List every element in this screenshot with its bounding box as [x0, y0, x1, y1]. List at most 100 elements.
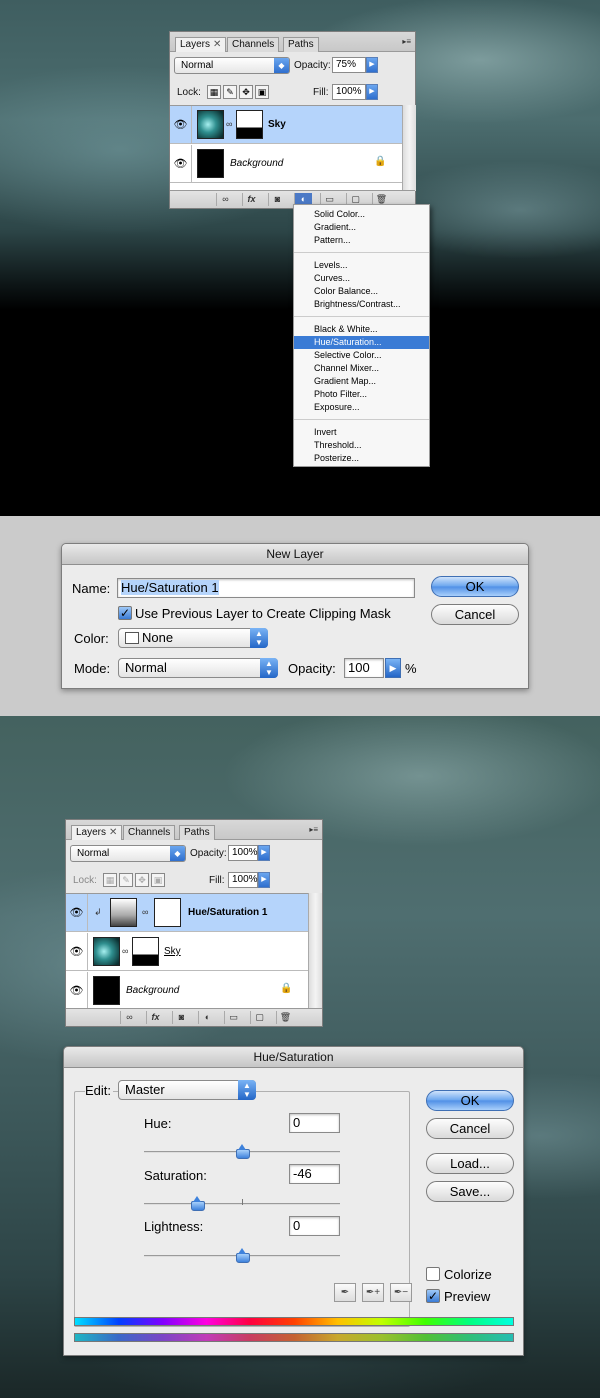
- layers-scrollbar[interactable]: [308, 893, 322, 1009]
- tab-paths[interactable]: Paths: [179, 825, 215, 840]
- layer-row-background[interactable]: 👁 Background 🔒: [170, 145, 402, 183]
- menu-item-gradient[interactable]: Gradient...: [294, 221, 429, 234]
- hue-input[interactable]: 0: [289, 1113, 340, 1133]
- lock-transparency-icon[interactable]: ▦: [207, 85, 221, 99]
- eye-icon[interactable]: 👁: [170, 145, 192, 183]
- play-arrow-icon[interactable]: ▶: [258, 845, 270, 861]
- new-group-icon[interactable]: ▭: [224, 1011, 242, 1024]
- fill-field[interactable]: 100% ▶: [332, 84, 378, 100]
- menu-item-levels[interactable]: Levels...: [294, 259, 429, 272]
- mode-select[interactable]: Normal ▲ ▼: [118, 658, 278, 678]
- mask-thumbnail: [154, 898, 181, 927]
- lock-position-icon[interactable]: ✥: [239, 85, 253, 99]
- new-layer-icon[interactable]: ▢: [250, 1011, 268, 1024]
- menu-item-exposure[interactable]: Exposure...: [294, 401, 429, 414]
- play-arrow-icon[interactable]: ▶: [258, 872, 270, 888]
- lock-image-icon[interactable]: ✎: [223, 85, 237, 99]
- close-icon[interactable]: ✕: [213, 39, 221, 50]
- play-arrow-icon[interactable]: ▶: [366, 84, 378, 100]
- layer-name-input[interactable]: Hue/Saturation 1: [117, 578, 415, 598]
- blend-mode-select[interactable]: Normal ◆: [70, 845, 186, 862]
- ok-button[interactable]: OK: [431, 576, 519, 597]
- eyedropper-icon[interactable]: ✒: [334, 1283, 356, 1302]
- menu-item-threshold[interactable]: Threshold...: [294, 439, 429, 452]
- hue-slider-thumb[interactable]: [236, 1144, 250, 1159]
- tab-layers[interactable]: Layers ✕: [71, 825, 123, 840]
- add-mask-icon[interactable]: ◙: [172, 1011, 190, 1024]
- menu-item-invert[interactable]: Invert: [294, 426, 429, 439]
- lock-all-icon[interactable]: ▣: [255, 85, 269, 99]
- menu-item-curves[interactable]: Curves...: [294, 272, 429, 285]
- tab-channels[interactable]: Channels: [123, 825, 176, 840]
- menu-item-black-white[interactable]: Black & White...: [294, 323, 429, 336]
- menu-item-color-balance[interactable]: Color Balance...: [294, 285, 429, 298]
- eyedropper-plus-icon[interactable]: ✒+: [362, 1283, 384, 1302]
- layer-style-icon[interactable]: fx: [146, 1011, 164, 1024]
- ok-button[interactable]: OK: [426, 1090, 514, 1111]
- lock-all-icon[interactable]: ▣: [151, 873, 165, 887]
- link-layers-icon[interactable]: ∞: [216, 193, 234, 206]
- eyedropper-minus-icon[interactable]: ✒−: [390, 1283, 412, 1302]
- cancel-button[interactable]: Cancel: [431, 604, 519, 625]
- close-icon[interactable]: ✕: [109, 827, 117, 838]
- opacity-input[interactable]: 100: [344, 658, 384, 678]
- opacity-field[interactable]: 75% ▶: [332, 57, 378, 73]
- mode-label: Mode:: [74, 661, 111, 676]
- play-arrow-icon[interactable]: ▶: [366, 57, 378, 73]
- eye-icon[interactable]: 👁: [170, 106, 192, 144]
- play-arrow-icon[interactable]: ▶: [385, 658, 401, 678]
- clipping-mask-checkbox[interactable]: ✓: [118, 606, 132, 620]
- menu-item-selective-color[interactable]: Selective Color...: [294, 349, 429, 362]
- opacity-field[interactable]: 100% ▶: [228, 845, 270, 861]
- menu-item-gradient-map[interactable]: Gradient Map...: [294, 375, 429, 388]
- link-layers-icon[interactable]: ∞: [120, 1011, 138, 1024]
- menu-item-posterize[interactable]: Posterize...: [294, 452, 429, 465]
- lock-position-icon[interactable]: ✥: [135, 873, 149, 887]
- layer-style-icon[interactable]: fx: [242, 193, 260, 206]
- color-select[interactable]: None ▲ ▼: [118, 628, 268, 648]
- chain-icon[interactable]: ∞: [226, 119, 232, 129]
- menu-separator: [294, 419, 429, 420]
- lightness-input[interactable]: 0: [289, 1216, 340, 1236]
- edit-select[interactable]: Master ▲ ▼: [118, 1080, 256, 1100]
- layer-row-sky[interactable]: 👁 ∞ Sky: [66, 933, 308, 971]
- lock-image-icon[interactable]: ✎: [119, 873, 133, 887]
- tab-layers[interactable]: Layers ✕: [175, 37, 227, 52]
- fill-field[interactable]: 100% ▶: [228, 872, 270, 888]
- eye-icon[interactable]: 👁: [66, 933, 88, 971]
- tab-paths[interactable]: Paths: [283, 37, 319, 52]
- menu-item-channel-mixer[interactable]: Channel Mixer...: [294, 362, 429, 375]
- saturation-slider-thumb[interactable]: [190, 1196, 205, 1211]
- eye-icon[interactable]: 👁: [66, 894, 88, 932]
- panel-menu-icon[interactable]: ▸≡: [309, 826, 318, 834]
- menu-item-solid-color[interactable]: Solid Color...: [294, 208, 429, 221]
- new-adjustment-layer-icon[interactable]: ◐: [198, 1011, 216, 1024]
- colorize-checkbox[interactable]: [426, 1267, 440, 1281]
- layer-row-background[interactable]: 👁 Background 🔒: [66, 972, 308, 1010]
- layers-scrollbar[interactable]: [402, 105, 416, 191]
- load-button[interactable]: Load...: [426, 1153, 514, 1174]
- cancel-button[interactable]: Cancel: [426, 1118, 514, 1139]
- preview-checkbox[interactable]: ✓: [426, 1289, 440, 1303]
- chain-icon[interactable]: ∞: [122, 946, 128, 956]
- trash-icon[interactable]: 🗑: [276, 1011, 294, 1024]
- panel-menu-icon[interactable]: ▸≡: [402, 38, 411, 46]
- menu-item-hue-saturation[interactable]: Hue/Saturation...: [294, 336, 429, 349]
- lightness-slider-thumb[interactable]: [236, 1248, 250, 1263]
- menu-item-brightness-contrast[interactable]: Brightness/Contrast...: [294, 298, 429, 311]
- save-button[interactable]: Save...: [426, 1181, 514, 1202]
- opacity-label: Opacity:: [288, 661, 336, 676]
- layer-row-hue-saturation[interactable]: 👁 ↲ ∞ Hue/Saturation 1: [66, 894, 308, 932]
- lock-label: Lock:: [177, 87, 201, 98]
- blend-mode-select[interactable]: Normal ◆: [174, 57, 290, 74]
- menu-item-photo-filter[interactable]: Photo Filter...: [294, 388, 429, 401]
- tab-channels[interactable]: Channels: [227, 37, 280, 52]
- opacity-label: Opacity:: [190, 848, 227, 859]
- menu-item-pattern[interactable]: Pattern...: [294, 234, 429, 247]
- add-mask-icon[interactable]: ◙: [268, 193, 286, 206]
- layer-row-sky[interactable]: 👁 ∞ Sky: [170, 106, 402, 144]
- eye-icon[interactable]: 👁: [66, 972, 88, 1010]
- lock-transparency-icon[interactable]: ▦: [103, 873, 117, 887]
- saturation-input[interactable]: -46: [289, 1164, 340, 1184]
- chain-icon[interactable]: ∞: [142, 907, 148, 917]
